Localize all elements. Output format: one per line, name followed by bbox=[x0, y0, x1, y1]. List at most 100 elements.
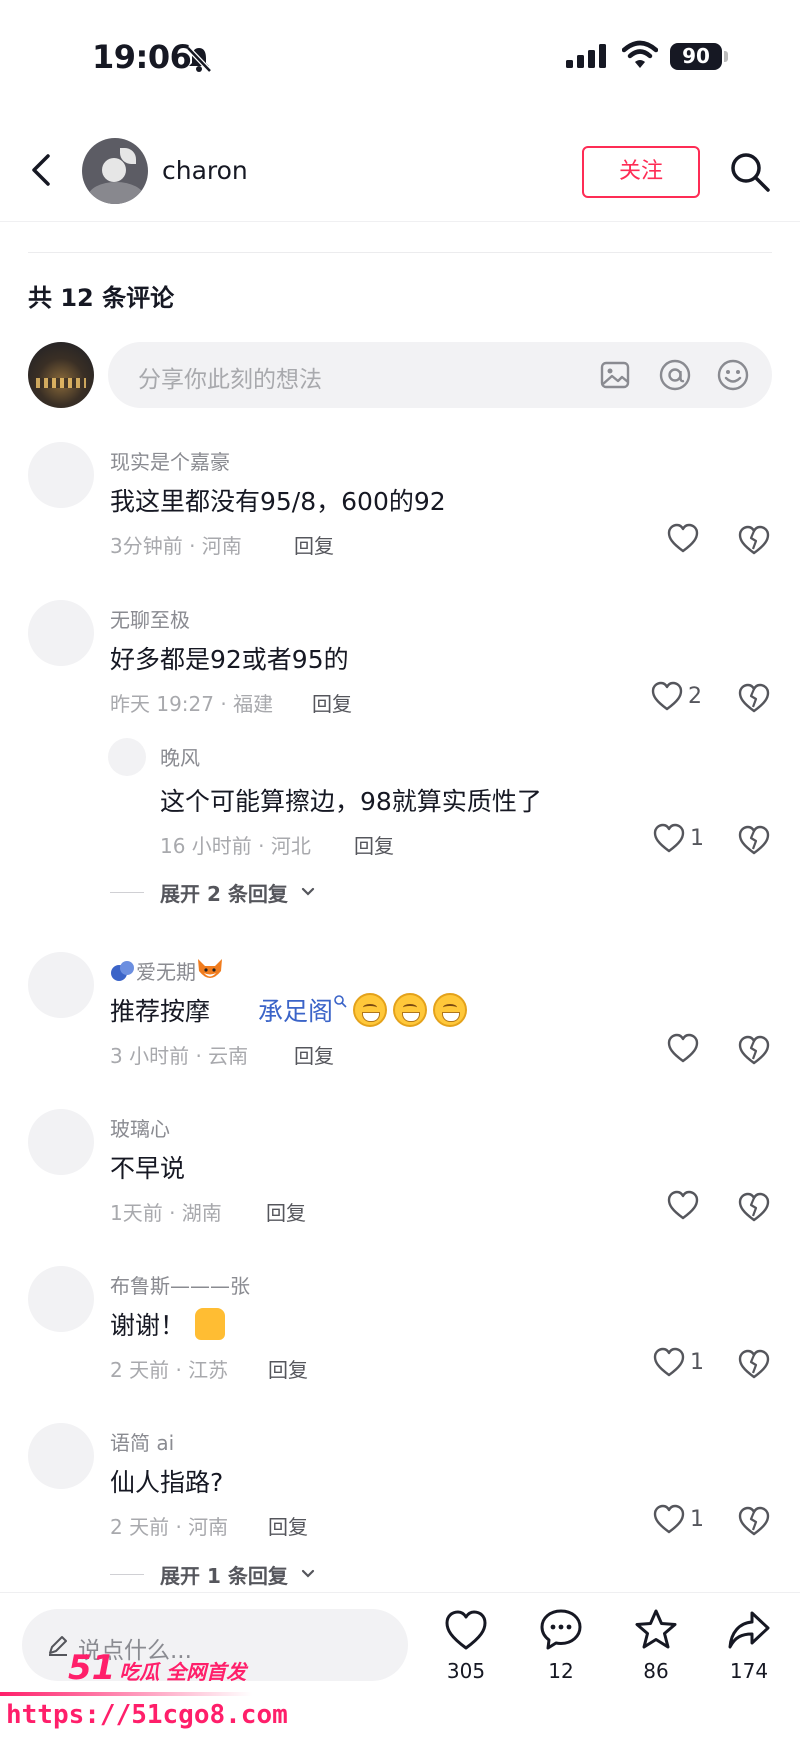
chevron-down-icon bbox=[301, 1569, 315, 1578]
star-icon bbox=[635, 1609, 677, 1649]
heart-icon bbox=[667, 523, 699, 553]
reply-button[interactable]: 回复 bbox=[294, 1040, 334, 1069]
commenter-avatar[interactable] bbox=[28, 1423, 94, 1489]
comment-text: 我这里都没有95/8，600的92 bbox=[110, 487, 446, 516]
like-button[interactable] bbox=[666, 1032, 736, 1068]
dislike-icon[interactable] bbox=[738, 824, 770, 856]
commenter-name[interactable]: 无聊至极 bbox=[110, 604, 190, 633]
reply-button[interactable]: 回复 bbox=[312, 688, 352, 717]
bell-muted-icon bbox=[186, 46, 212, 73]
expand-replies-button[interactable]: 展开 2 条回复 bbox=[110, 878, 370, 908]
commenter-name[interactable]: 爱无期 bbox=[110, 956, 224, 985]
share-post-button[interactable]: 174 bbox=[714, 1607, 784, 1697]
status-bar: 19:06 90 bbox=[0, 0, 800, 118]
like-count: 1 bbox=[690, 1507, 704, 1532]
gem-badge-icon bbox=[111, 961, 134, 981]
comment-compose-input[interactable]: 分享你此刻的想法 bbox=[108, 342, 772, 408]
post-comment-count: 12 bbox=[548, 1659, 574, 1683]
comment-meta: 3 小时前 · 云南 bbox=[110, 1044, 249, 1068]
expand-replies-button[interactable]: 展开 1 条回复 bbox=[110, 1560, 370, 1590]
commenter-avatar[interactable] bbox=[28, 600, 94, 666]
back-arrow-icon[interactable] bbox=[24, 148, 60, 192]
like-button[interactable]: 1 bbox=[652, 1346, 722, 1382]
dislike-icon[interactable] bbox=[738, 524, 770, 556]
compose-row: 分享你此刻的想法 bbox=[0, 340, 800, 410]
chevron-down-icon bbox=[301, 887, 315, 896]
emoji-icon[interactable] bbox=[716, 358, 750, 392]
battery-tip bbox=[724, 51, 728, 62]
comment-text: 不早说 bbox=[110, 1154, 186, 1183]
reply-button[interactable]: 回复 bbox=[354, 830, 394, 859]
comment-text: 好多都是92或者95的 bbox=[110, 645, 349, 674]
favorite-post-button[interactable]: 86 bbox=[621, 1607, 691, 1697]
expand-label: 展开 1 条回复 bbox=[160, 1564, 288, 1588]
search-icon[interactable] bbox=[728, 150, 772, 194]
commenter-name[interactable]: 现实是个嘉豪 bbox=[110, 446, 230, 475]
like-count: 1 bbox=[690, 826, 704, 851]
dislike-icon[interactable] bbox=[738, 1348, 770, 1380]
commenter-name[interactable]: 玻璃心 bbox=[110, 1113, 170, 1142]
reply-button[interactable]: 回复 bbox=[268, 1354, 308, 1383]
commenter-name[interactable]: 布鲁斯———张 bbox=[110, 1270, 250, 1299]
reply-button[interactable]: 回复 bbox=[266, 1197, 306, 1226]
comments-count-label: 共 12 条评论 bbox=[28, 284, 175, 312]
like-post-button[interactable]: 305 bbox=[431, 1607, 501, 1697]
reply-button[interactable]: 回复 bbox=[294, 530, 334, 559]
commenter-avatar[interactable] bbox=[28, 1266, 94, 1332]
like-button[interactable]: 1 bbox=[652, 822, 722, 858]
comment-meta: 2 天前 · 江苏 bbox=[110, 1358, 229, 1382]
dislike-icon[interactable] bbox=[738, 682, 770, 714]
mention-icon[interactable] bbox=[658, 358, 692, 392]
follow-button[interactable]: 关注 bbox=[582, 146, 700, 198]
watermark-logo: 51 吃瓜 全网首发 bbox=[68, 1648, 246, 1688]
commenter-avatar[interactable] bbox=[28, 442, 94, 508]
commenter-avatar[interactable] bbox=[28, 952, 94, 1018]
expand-label: 展开 2 条回复 bbox=[160, 882, 288, 906]
dislike-icon[interactable] bbox=[738, 1191, 770, 1223]
battery-indicator: 90 bbox=[670, 43, 722, 70]
like-button[interactable] bbox=[666, 522, 736, 558]
comment-meta: 昨天 19:27 · 福建 bbox=[110, 692, 274, 716]
watermark-line bbox=[0, 1692, 252, 1696]
section-divider bbox=[28, 252, 772, 253]
wifi-icon bbox=[622, 40, 658, 68]
commenter-avatar[interactable] bbox=[28, 1109, 94, 1175]
thumbs-up-emoji-icon bbox=[195, 1308, 226, 1340]
expand-line bbox=[110, 892, 144, 893]
heart-icon bbox=[653, 823, 685, 853]
watermark-url: https://51cgo8.com bbox=[6, 1700, 288, 1730]
share-arrow-icon bbox=[728, 1611, 770, 1649]
header: charon 关注 bbox=[0, 118, 800, 222]
author-username[interactable]: charon bbox=[162, 156, 248, 185]
replier-name[interactable]: 晚风 bbox=[160, 742, 200, 771]
like-count: 2 bbox=[688, 684, 702, 709]
replier-avatar[interactable] bbox=[108, 738, 146, 776]
comment-post-button[interactable]: 12 bbox=[526, 1607, 596, 1697]
comment-text: 推荐按摩 承足阁 bbox=[110, 992, 467, 1028]
reply-text: 这个可能算擦边，98就算实质性了 bbox=[160, 787, 542, 816]
search-small-icon bbox=[334, 995, 347, 1008]
comment-text-body: 推荐按摩 bbox=[110, 997, 211, 1026]
like-button[interactable] bbox=[666, 1189, 736, 1225]
search-link[interactable]: 承足阁 bbox=[258, 997, 333, 1026]
commenter-name-text: 爱无期 bbox=[136, 960, 196, 984]
comment-meta: 3分钟前 · 河南 bbox=[110, 534, 242, 558]
grin-emoji-icon bbox=[432, 993, 467, 1027]
commenter-name[interactable]: 语简 ai bbox=[110, 1427, 174, 1456]
heart-icon bbox=[651, 681, 683, 711]
post-like-count: 305 bbox=[446, 1659, 486, 1683]
image-icon[interactable] bbox=[598, 358, 632, 392]
heart-icon bbox=[667, 1033, 699, 1063]
watermark-logo-number: 51 bbox=[68, 1648, 116, 1688]
like-button[interactable]: 1 bbox=[652, 1503, 722, 1539]
reply-button[interactable]: 回复 bbox=[268, 1511, 308, 1540]
reply-meta: 16 小时前 · 河北 bbox=[160, 834, 311, 858]
like-count: 1 bbox=[690, 1350, 704, 1375]
like-button[interactable]: 2 bbox=[650, 680, 720, 716]
dislike-icon[interactable] bbox=[738, 1505, 770, 1537]
comment-text: 谢谢！ bbox=[110, 1306, 226, 1342]
author-avatar[interactable] bbox=[82, 138, 148, 204]
heart-icon bbox=[667, 1190, 699, 1220]
grin-emoji-icon bbox=[352, 993, 387, 1027]
dislike-icon[interactable] bbox=[738, 1034, 770, 1066]
